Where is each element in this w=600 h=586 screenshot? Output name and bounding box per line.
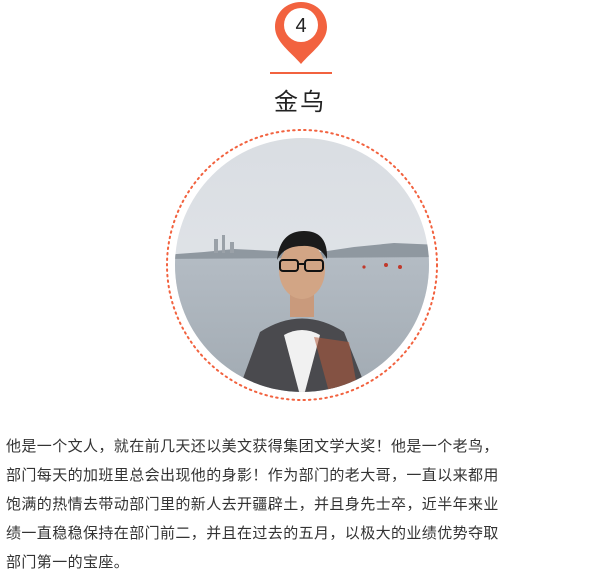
title-divider	[270, 72, 332, 74]
description-line: 部门第一的宝座。	[6, 553, 130, 571]
location-pin-icon: 4	[275, 2, 327, 64]
description-line: 绩一直稳稳保持在部门前二，并且在过去的五月，以极大的业绩优势夺取	[6, 524, 499, 542]
description-line: 部门每天的加班里总会出现他的身影！作为部门的老大哥，一直以来都用	[6, 466, 499, 484]
person-description: 他是一个文人，就在前几天还以美文获得集团文学大奖！他是一个老鸟， 部门每天的加班…	[6, 432, 598, 577]
badge-number: 4	[295, 15, 306, 37]
description-line: 他是一个文人，就在前几天还以美文获得集团文学大奖！他是一个老鸟，	[6, 437, 499, 455]
description-line: 饱满的热情去带动部门里的新人去开疆辟土，并且身先士卒，近半年来业	[6, 495, 499, 513]
person-name: 金乌	[274, 88, 326, 116]
profile-photo	[166, 129, 438, 401]
